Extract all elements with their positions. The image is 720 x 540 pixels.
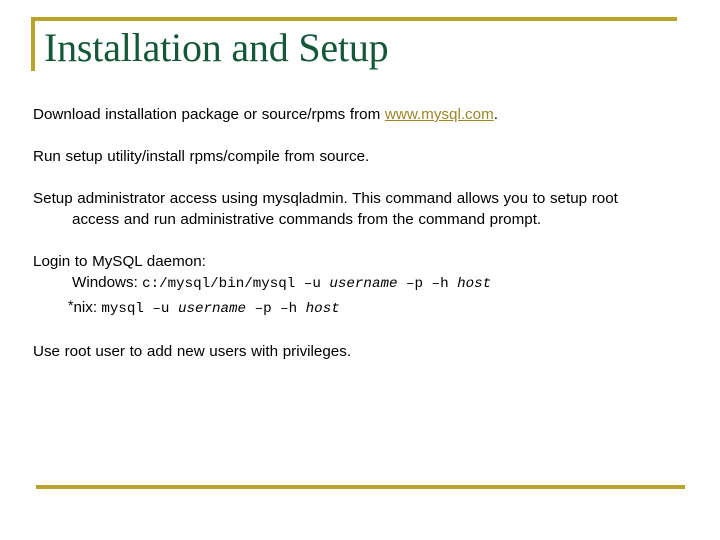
bullet-download-text-after: . [493,106,498,123]
windows-command-part-1: c:/mysql/bin/mysql –u [142,276,330,292]
decorative-rule-bottom [36,485,685,489]
decorative-rule-left [31,17,35,71]
nix-label: nix: [73,299,102,316]
windows-command-host: host [457,276,492,292]
nix-command-part-2: –p –h [246,301,306,317]
slide-body: Download installation package or source/… [33,104,669,362]
decorative-rule-top [31,17,677,21]
nix-command-part-1: mysql –u [101,301,178,317]
mysql-website-link[interactable]: www.mysql.com [385,106,494,123]
bullet-root-user: Use root user to add new users with priv… [33,343,352,360]
windows-command-username: username [329,276,398,292]
bullet-nix-command: *nix: mysql –u username –p –h host [33,295,669,320]
windows-label: Windows: [72,274,143,291]
slide-title: Installation and Setup [44,25,389,70]
bullet-admin-access: Setup administrator access using mysqlad… [33,190,618,228]
bullet-login-heading: Login to MySQL daemon: [33,253,206,270]
bullet-run-setup: Run setup utility/install rpms/compile f… [33,148,370,165]
windows-command-part-2: –p –h [397,276,458,292]
nix-command-host: host [305,301,340,317]
nix-command-username: username [177,301,247,317]
bullet-download-text-before: Download installation package or source/… [33,106,385,123]
bullet-windows-command: Windows: c:/mysql/bin/mysql –u username … [33,272,669,295]
bullet-download: Download installation package or source/… [33,104,669,125]
slide: Installation and Setup Download installa… [0,0,720,540]
